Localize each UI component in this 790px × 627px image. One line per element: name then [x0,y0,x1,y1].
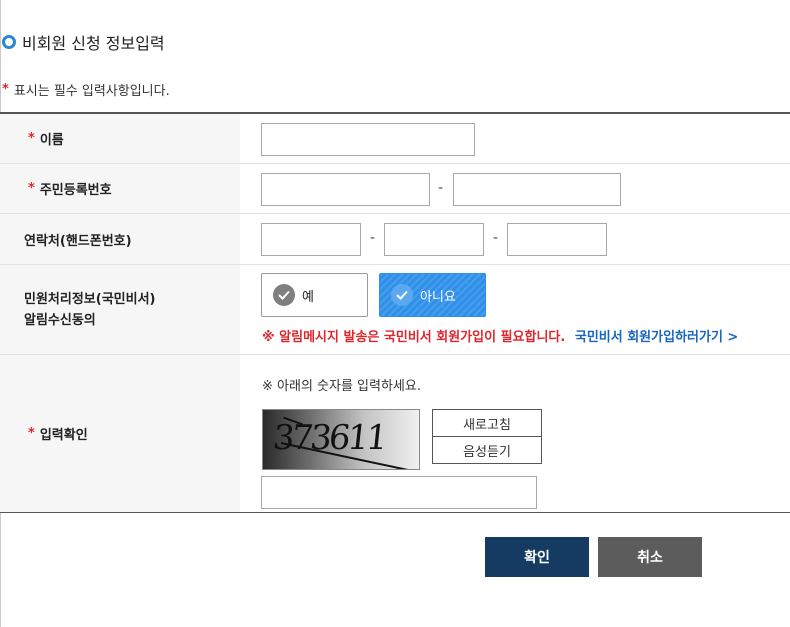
phone-part3-input[interactable] [507,223,607,256]
bullet-circle-icon [2,35,16,49]
required-note-text: 표시는 필수 입력사항입니다. [13,84,170,99]
required-star-icon: * [28,131,35,146]
consent-yes-button[interactable]: 예 [261,273,368,317]
required-star-icon: * [28,181,35,196]
consent-label: 민원처리정보(국민비서) 알림수신동의 [0,265,240,354]
rrn-front-input[interactable] [261,173,430,206]
page-title: 비회원 신청 정보입력 [22,34,165,53]
required-note: * 표시는 필수 입력사항입니다. [2,80,170,99]
consent-warning-text: ※ 알림메시지 발송은 국민비서 회원가입이 필요합니다. [262,330,566,345]
rrn-back-input[interactable] [453,173,621,206]
name-input[interactable] [261,123,475,156]
rrn-label: * 주민등록번호 [0,164,240,213]
phone-label: 연락처(핸드폰번호) [0,214,240,264]
consent-warning: ※ 알림메시지 발송은 국민비서 회원가입이 필요합니다. 국민비서 회원가입하… [262,326,738,345]
captcha-label: * 입력확인 [0,355,240,512]
consent-no-button[interactable]: 아니요 [379,273,486,317]
captcha-input[interactable] [261,476,537,509]
captcha-guide: ※ 아래의 숫자를 입력하세요. [262,379,421,394]
phone-separator-1: - [370,230,376,246]
required-star-icon: * [28,426,35,441]
captcha-audio-button[interactable]: 음성듣기 [432,436,542,464]
confirm-button[interactable]: 확인 [485,537,589,577]
captcha-refresh-button[interactable]: 새로고침 [432,409,542,437]
rrn-separator: - [438,180,444,196]
row-name: * 이름 [0,114,790,164]
application-form: * 이름 * 주민등록번호 - 연락처(핸드폰번호) - - 민원처리정보(국민… [0,112,790,512]
row-captcha: * 입력확인 ※ 아래의 숫자를 입력하세요. 373611 새로고침 음성듣기 [0,355,790,512]
row-rrn: * 주민등록번호 - [0,164,790,214]
name-label: * 이름 [0,114,240,163]
check-icon [391,284,413,306]
row-consent: 민원처리정보(국민비서) 알림수신동의 예 아니요 ※ 알림메시지 발송은 국민… [0,265,790,355]
check-icon [273,284,295,306]
section-title: 비회원 신청 정보입력 [2,30,165,54]
signup-link[interactable]: 국민비서 회원가입하러가기 > [575,330,738,345]
captcha-image: 373611 [262,409,420,470]
phone-part2-input[interactable] [384,223,484,256]
row-phone: 연락처(핸드폰번호) - - [0,214,790,265]
phone-separator-2: - [493,230,499,246]
required-star-icon: * [2,82,9,97]
phone-part1-input[interactable] [261,223,361,256]
form-bottom-divider [0,512,790,513]
cancel-button[interactable]: 취소 [598,537,702,577]
